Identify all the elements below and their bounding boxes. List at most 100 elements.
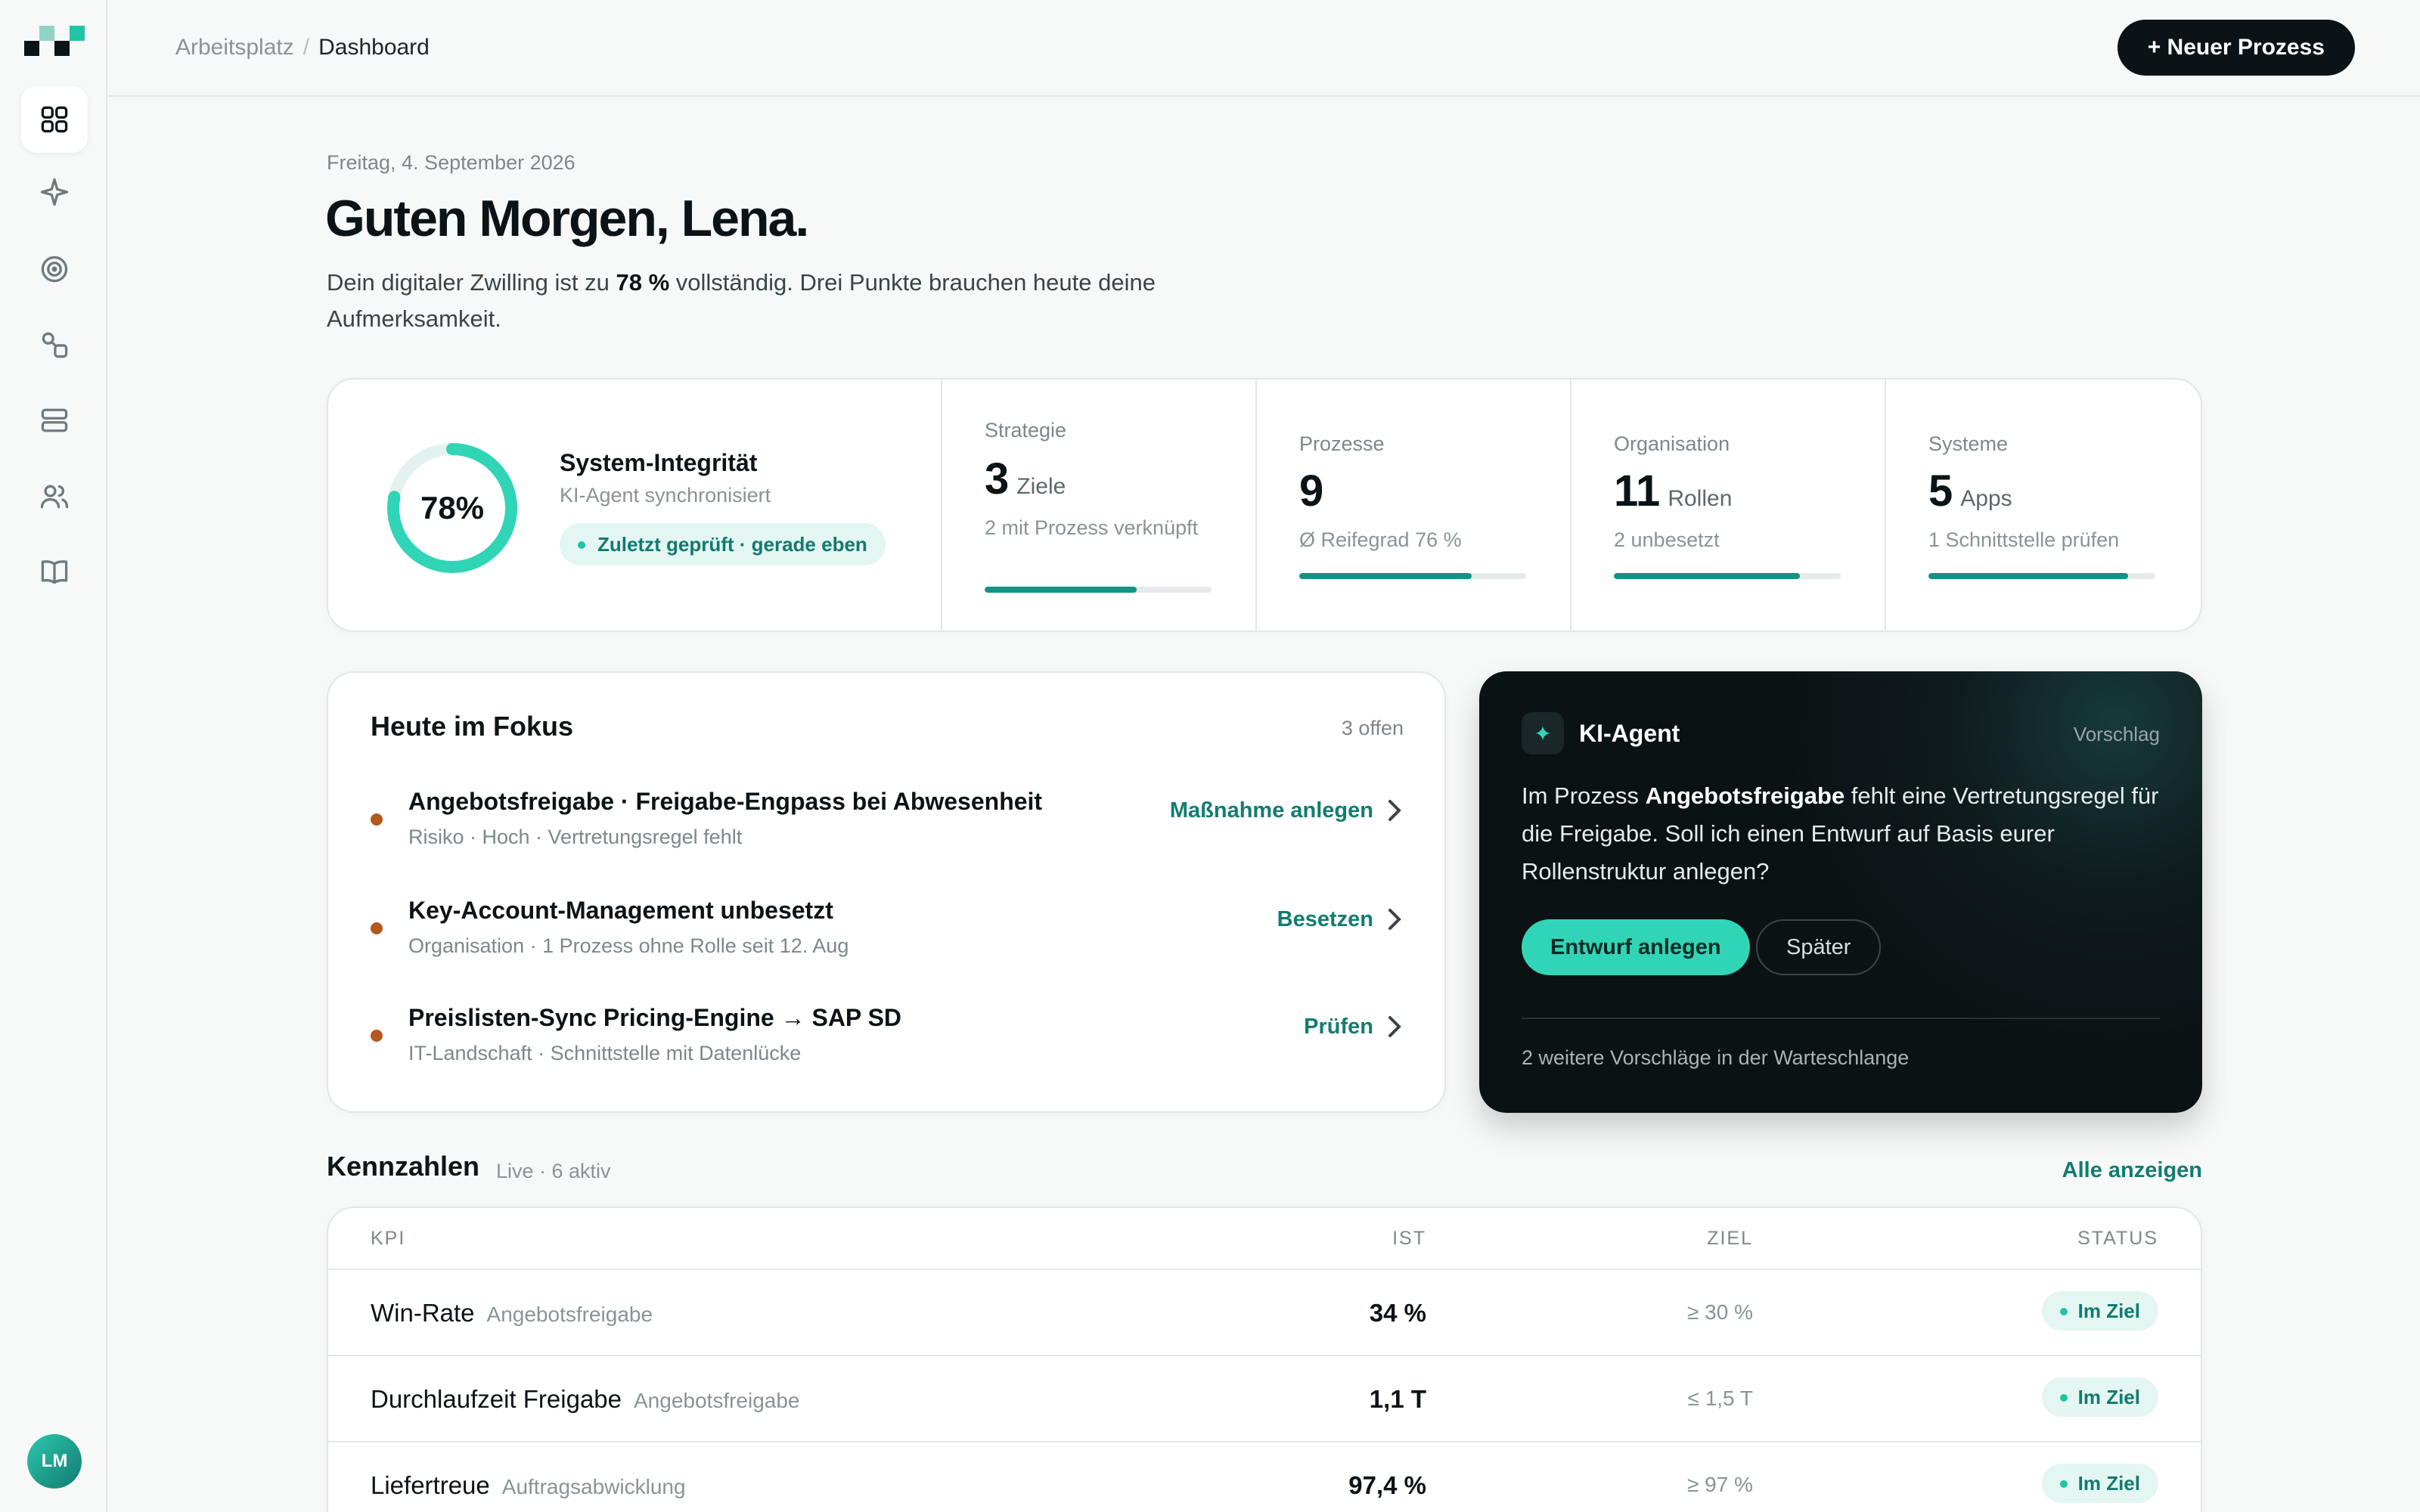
assign-role-button[interactable]: Besetzen xyxy=(1277,907,1373,932)
breadcrumb-root[interactable]: Arbeitsplatz xyxy=(175,35,294,60)
stat-label: Organisation xyxy=(1614,432,1730,455)
focus-open-count: 3 offen xyxy=(1341,717,1404,739)
column-header-kpi[interactable]: KPI xyxy=(371,1228,405,1250)
agent-suggestion-text: Im Prozess Angebotsfreigabe fehlt eine V… xyxy=(1522,782,2159,885)
chevron-right-icon[interactable] xyxy=(1382,1012,1407,1042)
status-badge: Im Ziel xyxy=(2041,1377,2158,1417)
chevron-right-icon[interactable] xyxy=(1382,795,1407,826)
breadcrumb-current: Dashboard xyxy=(318,35,430,60)
target-icon xyxy=(41,256,68,283)
integrity-status-badge: Zuletzt geprüft · gerade eben xyxy=(560,523,886,565)
column-header-status[interactable]: STATUS xyxy=(2077,1228,2158,1250)
focus-item[interactable]: Angebotsfreigabe · Freigabe-Engpass bei … xyxy=(371,788,1407,871)
stat-label: Strategie xyxy=(985,419,1067,442)
page-title: Guten Morgen, Lena. xyxy=(325,190,809,247)
status-badge: Im Ziel xyxy=(2041,1464,2158,1503)
agent-tag: Vorschlag xyxy=(2073,723,2160,745)
focus-item-title: Key-Account-Management unbesetzt xyxy=(408,897,833,924)
kpi-process: Angebotsfreigabe xyxy=(486,1303,653,1326)
stat-value: 11 Rollen xyxy=(1614,466,1733,516)
focus-item-meta: Organisation · 1 Prozess ohne Rolle seit… xyxy=(408,934,849,957)
completion-value: 78 % xyxy=(616,269,670,296)
nav-strategie[interactable] xyxy=(21,236,88,302)
stat-prozesse[interactable]: Prozesse 9 Ø Reifegrad 76 % xyxy=(1255,380,1570,631)
grid-icon xyxy=(41,106,68,133)
sparkle-icon: ✦ xyxy=(1522,712,1564,754)
kpi-live-indicator: Live · 6 aktiv xyxy=(496,1160,611,1182)
table-row[interactable]: Win-Rate Angebotsfreigabe 34 % ≥ 30 % Im … xyxy=(328,1269,2201,1355)
create-measure-button[interactable]: Maßnahme anlegen xyxy=(1170,798,1373,823)
nav-dashboard[interactable] xyxy=(21,86,88,153)
chevron-right-icon[interactable] xyxy=(1382,904,1407,934)
column-header-ist[interactable]: IST xyxy=(1392,1228,1426,1250)
ki-agent-card: ✦ KI-Agent Vorschlag Im Prozess Angebots… xyxy=(1479,671,2202,1113)
focus-item-meta: Risiko · Hoch · Vertretungsregel fehlt xyxy=(408,826,743,848)
column-header-ziel[interactable]: ZIEL xyxy=(1707,1228,1753,1250)
nav-organisation[interactable] xyxy=(21,463,88,529)
kpi-actual: 97,4 % xyxy=(1348,1471,1426,1499)
kpi-section-title: Kennzahlen xyxy=(327,1151,480,1182)
create-draft-button[interactable]: Entwurf anlegen xyxy=(1522,919,1750,975)
brand-logo[interactable] xyxy=(24,26,85,56)
kpi-target: ≥ 30 % xyxy=(1687,1300,1753,1324)
kpi-process: Auftragsabwicklung xyxy=(501,1475,686,1498)
agent-queue-note[interactable]: 2 weitere Vorschläge in der Warteschlang… xyxy=(1522,1046,1909,1070)
show-all-link[interactable]: Alle anzeigen xyxy=(2062,1158,2202,1183)
stat-sub: 2 unbesetzt xyxy=(1614,528,1720,551)
risk-dot xyxy=(371,1030,383,1042)
book-icon xyxy=(41,560,68,584)
breadcrumb-separator: / xyxy=(302,35,310,60)
nav-prozesse[interactable] xyxy=(21,311,88,378)
kpi-target: ≤ 1,5 T xyxy=(1687,1387,1753,1410)
nav-ki-agent[interactable] xyxy=(21,159,88,225)
stat-label: Prozesse xyxy=(1299,432,1385,455)
nav-wissen[interactable] xyxy=(21,538,88,605)
intro-text: Dein digitaler Zwilling ist zu 78 % voll… xyxy=(327,269,1156,332)
stat-value: 9 xyxy=(1299,466,1324,516)
table-row[interactable]: Liefertreue Auftragsabwicklung 97,4 % ≥ 9… xyxy=(328,1441,2201,1512)
focus-item-title: Preislisten-Sync Pricing-Engine → SAP SD xyxy=(408,1004,902,1031)
kpi-actual: 34 % xyxy=(1369,1299,1426,1327)
stat-organisation[interactable]: Organisation 11 Rollen 2 unbesetzt xyxy=(1570,380,1885,631)
stat-progress-bar xyxy=(1299,573,1526,579)
stat-sub: Ø Reifegrad 76 % xyxy=(1299,528,1462,551)
integrity-subtitle: KI-Agent synchronisiert xyxy=(560,484,771,507)
sidebar: LM xyxy=(0,0,107,1512)
kpi-name: Durchlaufzeit Freigabe Angebotsfreigabe xyxy=(371,1385,800,1413)
sparkle-icon xyxy=(40,178,69,206)
kpi-target: ≥ 97 % xyxy=(1687,1473,1753,1496)
stat-systeme[interactable]: Systeme 5 Apps 1 Schnittstelle prüfen xyxy=(1885,380,2201,631)
user-avatar[interactable]: LM xyxy=(27,1434,82,1489)
stat-sub: 1 Schnittstelle prüfen xyxy=(1928,528,2120,551)
focus-card: Heute im Fokus 3 offen Angebotsfreigabe … xyxy=(327,671,1446,1113)
later-button[interactable]: Später xyxy=(1756,919,1882,975)
kpi-name: Liefertreue Auftragsabwicklung xyxy=(371,1471,686,1499)
focus-item-title: Angebotsfreigabe · Freigabe-Engpass bei … xyxy=(408,788,1043,815)
agent-title: KI-Agent xyxy=(1579,720,1680,747)
kpi-table: KPI IST ZIEL STATUS Win-Rate Angebotsfrei… xyxy=(327,1207,2202,1512)
users-icon xyxy=(40,485,69,509)
stat-sub: 2 mit Prozess verknüpft xyxy=(985,516,1199,539)
current-date: Freitag, 4. September 2026 xyxy=(327,151,576,174)
check-button[interactable]: Prüfen xyxy=(1304,1015,1373,1040)
stat-progress-bar xyxy=(1614,573,1841,579)
divider xyxy=(1522,1018,2160,1019)
focus-title: Heute im Fokus xyxy=(371,711,574,742)
nav-systeme[interactable] xyxy=(21,387,88,454)
focus-item-meta: IT-Landschaft · Schnittstelle mit Datenl… xyxy=(408,1042,802,1064)
stat-value: 5 Apps xyxy=(1928,466,2012,516)
stats-card: 78% System-Integrität KI-Agent synchroni… xyxy=(327,378,2202,632)
risk-dot xyxy=(371,922,383,934)
breadcrumb: Arbeitsplatz / Dashboard xyxy=(175,35,430,60)
focus-item[interactable]: Preislisten-Sync Pricing-Engine → SAP SD… xyxy=(371,1004,1407,1087)
stat-strategie[interactable]: Strategie 3 Ziele 2 mit Prozess verknüpft xyxy=(941,380,1255,631)
topbar: Arbeitsplatz / Dashboard + Neuer Prozess xyxy=(109,0,2420,97)
table-row[interactable]: Durchlaufzeit Freigabe Angebotsfreigabe 1… xyxy=(328,1355,2201,1441)
stat-label: Systeme xyxy=(1928,432,2009,455)
kpi-name: Win-Rate Angebotsfreigabe xyxy=(371,1299,653,1327)
integrity-title: System-Integrität xyxy=(560,449,758,476)
kpi-actual: 1,1 T xyxy=(1369,1385,1426,1413)
focus-item[interactable]: Key-Account-Management unbesetzt Organis… xyxy=(371,897,1407,980)
new-process-button[interactable]: + Neuer Prozess xyxy=(2117,20,2355,76)
stat-progress-bar xyxy=(1928,573,2155,579)
